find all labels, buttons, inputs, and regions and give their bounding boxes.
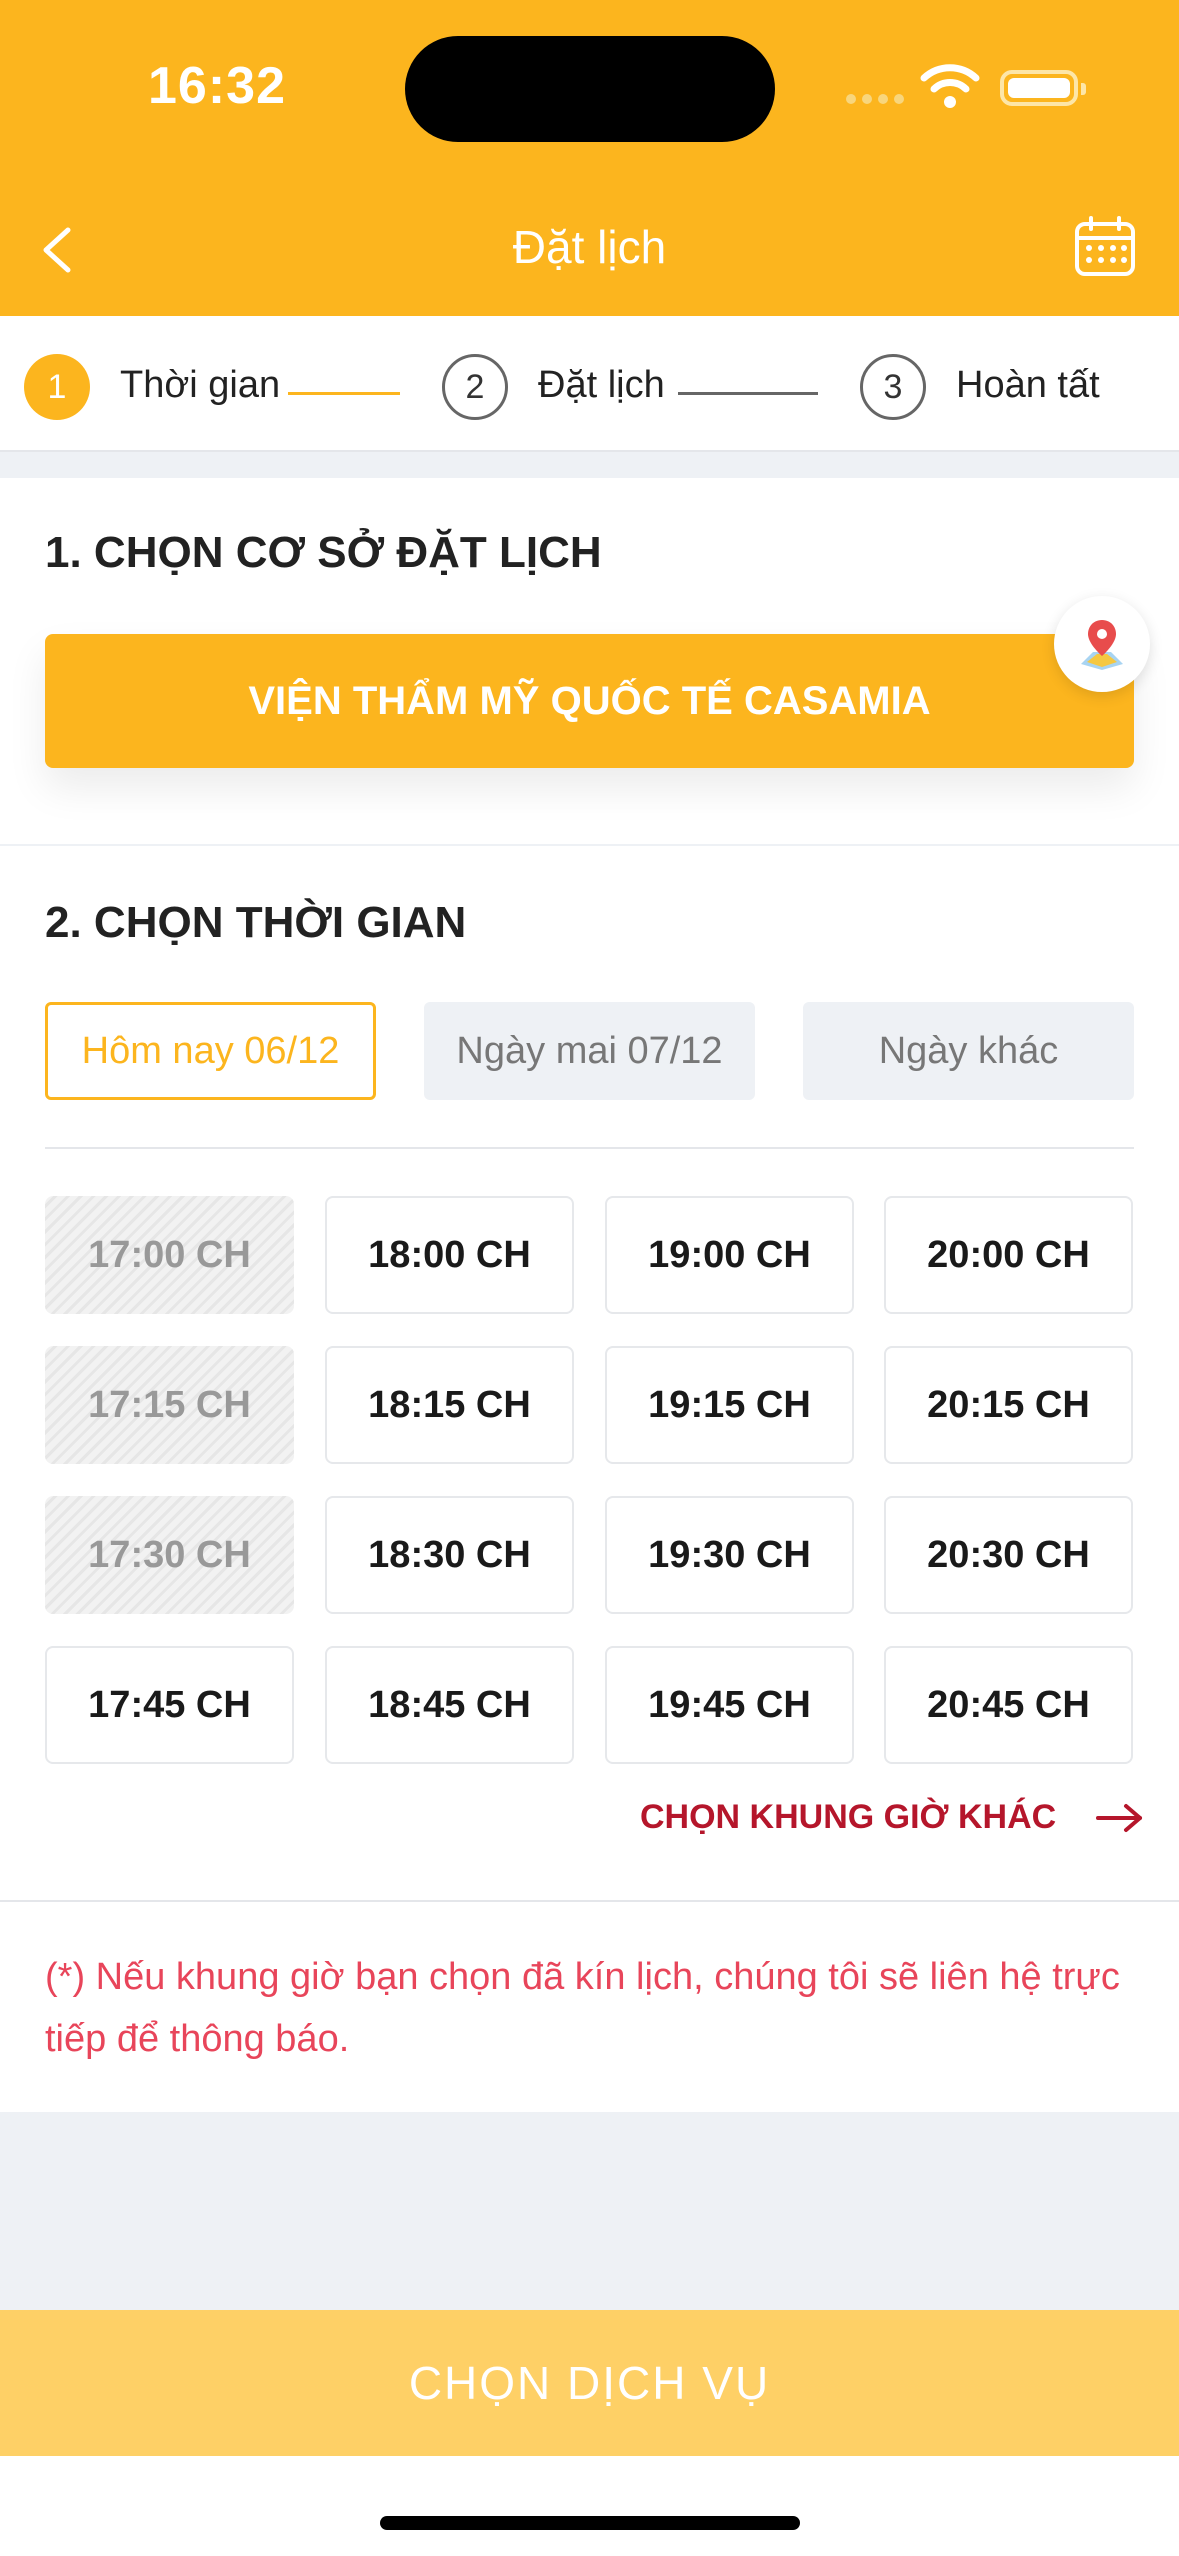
step-2-label: Đặt lịch	[538, 364, 665, 406]
venue-select-button[interactable]: VIỆN THẨM MỸ QUỐC TẾ CASAMIA	[45, 634, 1134, 768]
step-2-circle: 2	[442, 354, 508, 420]
step-1-label: Thời gian	[120, 364, 281, 406]
bottom-safe-area	[0, 2456, 1179, 2556]
time-slot: 17:15 CH	[45, 1346, 294, 1464]
battery-icon	[1000, 70, 1086, 106]
time-slot: 17:30 CH	[45, 1496, 294, 1614]
map-pin-button[interactable]	[1054, 596, 1150, 692]
time-slot[interactable]: 18:30 CH	[325, 1496, 574, 1614]
date-tab-other[interactable]: Ngày khác	[803, 1002, 1134, 1100]
booking-stepper: 1 Thời gian 2 Đặt lịch 3 Hoàn tất	[0, 316, 1179, 452]
time-slot[interactable]: 18:00 CH	[325, 1196, 574, 1314]
time-slot[interactable]: 20:00 CH	[884, 1196, 1133, 1314]
availability-note: (*) Nếu khung giờ bạn chọn đã kín lịch, …	[45, 1956, 1120, 2060]
wifi-icon	[920, 64, 980, 108]
status-time: 16:32	[148, 57, 286, 115]
step-connector	[678, 392, 818, 395]
time-slot[interactable]: 20:45 CH	[884, 1646, 1133, 1764]
date-tab-today[interactable]: Hôm nay 06/12	[45, 1002, 376, 1100]
step-3-label: Hoàn tất	[956, 364, 1100, 406]
time-slot[interactable]: 19:00 CH	[605, 1196, 854, 1314]
step-3-circle: 3	[860, 354, 926, 420]
time-slot: 17:00 CH	[45, 1196, 294, 1314]
time-slot[interactable]: 17:45 CH	[45, 1646, 294, 1764]
cellular-signal-icon	[846, 94, 904, 104]
home-indicator	[380, 2516, 800, 2530]
other-time-label: CHỌN KHUNG GIỜ KHÁC	[640, 1798, 1057, 1836]
time-section-title: 2. CHỌN THỜI GIAN	[45, 898, 467, 947]
divider	[45, 1147, 1134, 1149]
map-pin-icon	[1081, 620, 1123, 670]
time-section: 2. CHỌN THỜI GIAN Hôm nay 06/12 Ngày mai…	[0, 846, 1179, 2112]
date-tab-tomorrow[interactable]: Ngày mai 07/12	[424, 1002, 755, 1100]
step-connector	[288, 392, 400, 395]
time-slot[interactable]: 20:15 CH	[884, 1346, 1133, 1464]
time-slot[interactable]: 19:30 CH	[605, 1496, 854, 1614]
time-slot[interactable]: 18:45 CH	[325, 1646, 574, 1764]
divider	[0, 1900, 1179, 1902]
time-slot[interactable]: 19:15 CH	[605, 1346, 854, 1464]
venue-section: 1. CHỌN CƠ SỞ ĐẶT LỊCH VIỆN THẨM MỸ QUỐC…	[0, 478, 1179, 844]
time-slot[interactable]: 18:15 CH	[325, 1346, 574, 1464]
dynamic-island	[405, 36, 775, 142]
venue-section-title: 1. CHỌN CƠ SỞ ĐẶT LỊCH	[45, 528, 602, 577]
app-header: 16:32 Đặt lịch	[0, 0, 1179, 316]
calendar-icon[interactable]	[1072, 214, 1138, 280]
step-1-circle: 1	[24, 354, 90, 420]
time-slot[interactable]: 19:45 CH	[605, 1646, 854, 1764]
arrow-right-icon	[1096, 1803, 1143, 1832]
choose-service-button[interactable]: CHỌN DỊCH VỤ	[0, 2310, 1179, 2456]
other-time-link[interactable]: CHỌN KHUNG GIỜ KHÁC	[640, 1798, 1144, 1837]
time-slot[interactable]: 20:30 CH	[884, 1496, 1133, 1614]
page-title: Đặt lịch	[512, 221, 667, 273]
